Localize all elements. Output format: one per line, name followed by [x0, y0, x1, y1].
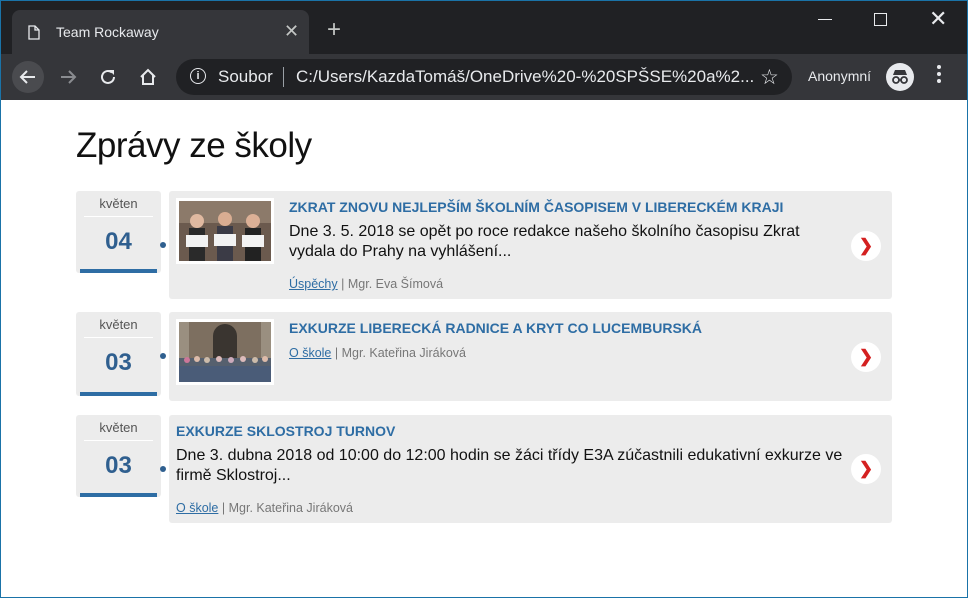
- news-meta: O škole | Mgr. Kateřina Jiráková: [176, 501, 353, 515]
- news-thumbnail[interactable]: [176, 319, 274, 385]
- news-category-link[interactable]: Úspěchy: [289, 277, 338, 291]
- news-title-link[interactable]: Exkurze Liberecká radnice a kryt CO Luce…: [289, 320, 702, 336]
- news-month: květen: [99, 317, 138, 332]
- chevron-right-icon[interactable]: ❯: [851, 342, 881, 372]
- news-author: Mgr. Kateřina Jiráková: [341, 346, 466, 360]
- news-author: Mgr. Kateřina Jiráková: [228, 501, 353, 515]
- info-icon[interactable]: i: [190, 68, 206, 84]
- back-icon[interactable]: [12, 61, 44, 93]
- news-card[interactable]: Exkurze Liberecká radnice a kryt CO Luce…: [169, 312, 892, 401]
- meta-separator: |: [341, 277, 345, 291]
- maximize-icon[interactable]: [874, 13, 887, 26]
- news-category-link[interactable]: O škole: [176, 501, 218, 515]
- more-menu-icon[interactable]: [936, 65, 942, 86]
- news-card[interactable]: Zkrat znovu nejlepším školním časopisem …: [169, 191, 892, 299]
- news-day: 04: [105, 228, 132, 255]
- news-meta: O škole | Mgr. Kateřina Jiráková: [289, 346, 466, 360]
- new-tab-icon[interactable]: +: [327, 18, 341, 42]
- timeline-dot: [160, 353, 166, 359]
- meta-separator: |: [221, 501, 226, 515]
- close-tab-icon[interactable]: ✕: [284, 21, 299, 41]
- date-underline: [80, 269, 157, 273]
- timeline-dot: [160, 242, 166, 248]
- news-day: 03: [105, 349, 132, 376]
- news-date-box: květen 03: [76, 312, 161, 396]
- document-icon: [28, 25, 40, 40]
- news-excerpt: Dne 3. 5. 2018 se opět po roce redakce n…: [289, 223, 800, 260]
- browser-title-bar: Team Rockaway ✕ + ✕: [0, 0, 968, 54]
- date-divider: [84, 337, 153, 338]
- news-month: květen: [99, 196, 138, 211]
- news-thumbnail[interactable]: [176, 198, 274, 264]
- browser-toolbar: i Soubor C:/Users/KazdaTomáš/OneDrive%20…: [0, 54, 968, 100]
- chevron-right-icon[interactable]: ❯: [851, 231, 881, 261]
- news-month: květen: [99, 420, 138, 435]
- date-divider: [84, 440, 153, 441]
- tab-title: Team Rockaway: [56, 24, 159, 40]
- news-author: Mgr. Eva Šímová: [347, 277, 444, 291]
- home-icon[interactable]: [132, 61, 164, 93]
- meta-separator: |: [334, 346, 339, 360]
- date-underline: [80, 392, 157, 396]
- url-text[interactable]: C:/Users/KazdaTomáš/OneDrive%20-%20SPŠSE…: [296, 67, 754, 87]
- reload-icon[interactable]: [92, 61, 124, 93]
- chevron-right-icon[interactable]: ❯: [851, 454, 881, 484]
- incognito-icon[interactable]: [886, 63, 914, 91]
- news-card[interactable]: Exkurze Sklostroj Turnov Dne 3. dubna 20…: [169, 415, 892, 523]
- bookmark-star-icon[interactable]: ☆: [760, 65, 779, 90]
- news-date-box: květen 04: [76, 191, 161, 273]
- news-category-link[interactable]: O škole: [289, 346, 331, 360]
- news-title-link[interactable]: Zkrat znovu nejlepším školním časopisem …: [289, 199, 783, 215]
- incognito-label: Anonymní: [808, 68, 872, 84]
- protocol-label: Soubor: [218, 67, 273, 86]
- news-date-box: květen 03: [76, 415, 161, 497]
- news-title-link[interactable]: Exkurze Sklostroj Turnov: [176, 423, 395, 439]
- date-divider: [84, 216, 153, 217]
- minimize-icon[interactable]: [818, 19, 832, 20]
- news-day: 03: [105, 452, 132, 479]
- news-meta: Úspěchy | Mgr. Eva Šímová: [289, 277, 443, 291]
- address-bar[interactable]: i Soubor C:/Users/KazdaTomáš/OneDrive%20…: [176, 59, 792, 95]
- address-separator: [283, 67, 284, 87]
- forward-icon[interactable]: [52, 61, 84, 93]
- news-excerpt: Dne 3. dubna 2018 od 10:00 do 12:00 hodi…: [176, 447, 843, 484]
- date-underline: [80, 493, 157, 497]
- browser-tab[interactable]: Team Rockaway ✕: [12, 10, 309, 54]
- timeline-dot: [160, 466, 166, 472]
- page-title: Zprávy ze školy: [76, 126, 312, 165]
- close-window-icon[interactable]: ✕: [929, 8, 947, 30]
